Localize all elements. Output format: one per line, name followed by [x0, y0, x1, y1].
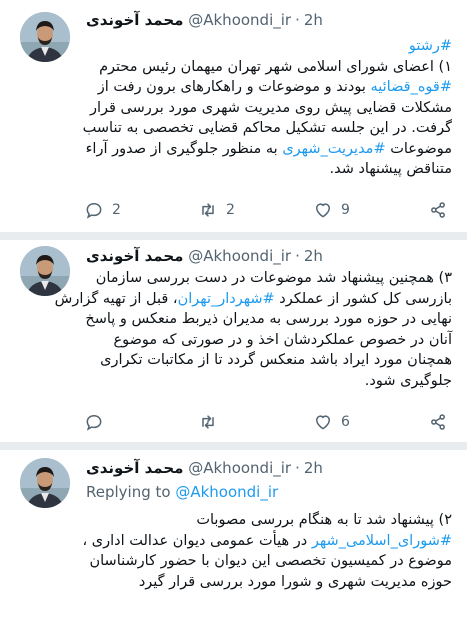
tweet-line: موضوع در کمیسیون تخصصی این دیوان با حضور…: [89, 553, 452, 569]
author-handle[interactable]: @Akhoondi_ir: [188, 459, 291, 477]
tweet-line: جلوگیری شود.: [364, 372, 452, 389]
timestamp[interactable]: 2h: [304, 11, 323, 29]
time-separator: ·: [295, 247, 300, 265]
retweet-icon: [202, 203, 214, 217]
tweet[interactable]: محمد آخوندی @Akhoondi_ir · 2h Replying to …: [0, 450, 467, 640]
timestamp[interactable]: 2h: [304, 247, 323, 265]
tweet-line: متناقض پیشنهاد شد.: [329, 161, 453, 177]
like-count: 9: [341, 202, 350, 218]
author-name[interactable]: محمد آخوندی: [86, 11, 183, 29]
time-separator: ·: [295, 459, 300, 477]
tweet-line: گرفت. در این جلسه تشکیل محاکم قضایی تخصص…: [82, 120, 452, 136]
tweet-divider: [0, 442, 467, 450]
tweet-line: ۲) پیشنهاد شد تا به هنگام بررسی مصوبات: [196, 512, 452, 528]
tweet-line: ۱) اعضای شورای اسلامی شهر تهران میهمان ر…: [99, 58, 452, 75]
share-button[interactable]: [428, 410, 448, 434]
retweet-count: 2: [226, 202, 235, 218]
tweet-line: بازرسی کل کشور از عملکرد: [274, 290, 452, 307]
heart-icon: [316, 203, 330, 218]
tweet-header: محمد آخوندی @Akhoondi_ir · 2h: [86, 8, 456, 32]
tweet-line: حوزه مدیریت شهری و شورا مورد بررسی قرار …: [138, 573, 452, 590]
tweet-line: مشکلات قضایی پیش روی مدیریت شهری مورد بر…: [89, 99, 452, 116]
tweet-actions: 2 2 9: [0, 198, 467, 222]
tweet-header: محمد آخوندی @Akhoondi_ir · 2h: [86, 244, 456, 268]
reply-button[interactable]: 2: [84, 198, 121, 222]
tweet-text: ۳) همچنین پیشنهاد شد موضوعات در دست بررس…: [24, 268, 452, 391]
mention-link[interactable]: @Akhoondi_ir: [175, 483, 278, 501]
tweet-line: موضوعات: [385, 140, 452, 157]
hashtag-link[interactable]: #شهردار_تهران: [178, 291, 275, 307]
replying-label: Replying to: [86, 483, 176, 501]
tweet-line: همچنان مورد ایراد باشد منعکس گردد تا از …: [100, 352, 452, 368]
tweet-actions: 6: [0, 410, 467, 434]
author-name[interactable]: محمد آخوندی: [86, 459, 183, 477]
tweet-line: ۳) همچنین پیشنهاد شد موضوعات در دست بررس…: [95, 270, 452, 286]
tweet-line: ، قبل از تهیه گزارش: [54, 290, 178, 307]
retweet-icon: [202, 415, 214, 429]
avatar-photo: [20, 458, 70, 508]
tweet[interactable]: محمد آخوندی @Akhoondi_ir · 2h #رشتو ۱) اعض…: [0, 0, 467, 232]
reply-icon: [86, 202, 102, 219]
author-handle[interactable]: @Akhoondi_ir: [188, 247, 291, 265]
hashtag-link[interactable]: #شورای_اسلامی_شهر: [312, 533, 452, 549]
heart-icon: [316, 415, 330, 430]
time-separator: ·: [295, 11, 300, 29]
author-name[interactable]: محمد آخوندی: [86, 247, 183, 265]
tweet-text: #رشتو ۱) اعضای شورای اسلامی شهر تهران می…: [24, 36, 452, 180]
reply-button[interactable]: [84, 410, 104, 434]
tweet-line: در هیأت عمومی دیوان عدالت اداری ،: [82, 532, 312, 549]
tweet-line: نهایی در حوزه مورد بررسی به مدیران ذیربط…: [85, 311, 452, 327]
retweet-button[interactable]: [198, 410, 218, 434]
tweet[interactable]: محمد آخوندی @Akhoondi_ir · 2h ۳) همچنین پی…: [0, 240, 467, 442]
hashtag-link[interactable]: #قوه_قضائیه: [370, 79, 452, 95]
author-handle[interactable]: @Akhoondi_ir: [188, 11, 291, 29]
share-icon: [431, 202, 445, 218]
tweet-header: محمد آخوندی @Akhoondi_ir · 2h: [86, 456, 456, 480]
share-icon: [431, 414, 445, 430]
tweet-text: ۲) پیشنهاد شد تا به هنگام بررسی مصوبات #…: [24, 510, 452, 592]
like-button[interactable]: 6: [313, 410, 350, 434]
like-count: 6: [341, 414, 350, 430]
hashtag-link[interactable]: #رشتو: [409, 38, 452, 54]
reply-count: 2: [112, 202, 121, 218]
tweet-line: بودند و موضوعات و راهکارهای برون رفت از: [97, 79, 371, 95]
like-button[interactable]: 9: [313, 198, 350, 222]
tweet-divider: [0, 232, 467, 240]
tweet-line: آنان در خصوص عملکردشان اخذ و در صورتی که…: [113, 331, 452, 348]
tweet-line: به منظور جلوگیری از صدور آراء: [85, 140, 283, 157]
timestamp[interactable]: 2h: [304, 459, 323, 477]
avatar[interactable]: [20, 458, 70, 508]
retweet-button[interactable]: 2: [198, 198, 235, 222]
share-button[interactable]: [428, 198, 448, 222]
reply-icon: [86, 414, 102, 431]
hashtag-link[interactable]: #مدیریت_شهری: [282, 141, 385, 157]
replying-to: Replying to @Akhoondi_ir: [86, 480, 278, 504]
